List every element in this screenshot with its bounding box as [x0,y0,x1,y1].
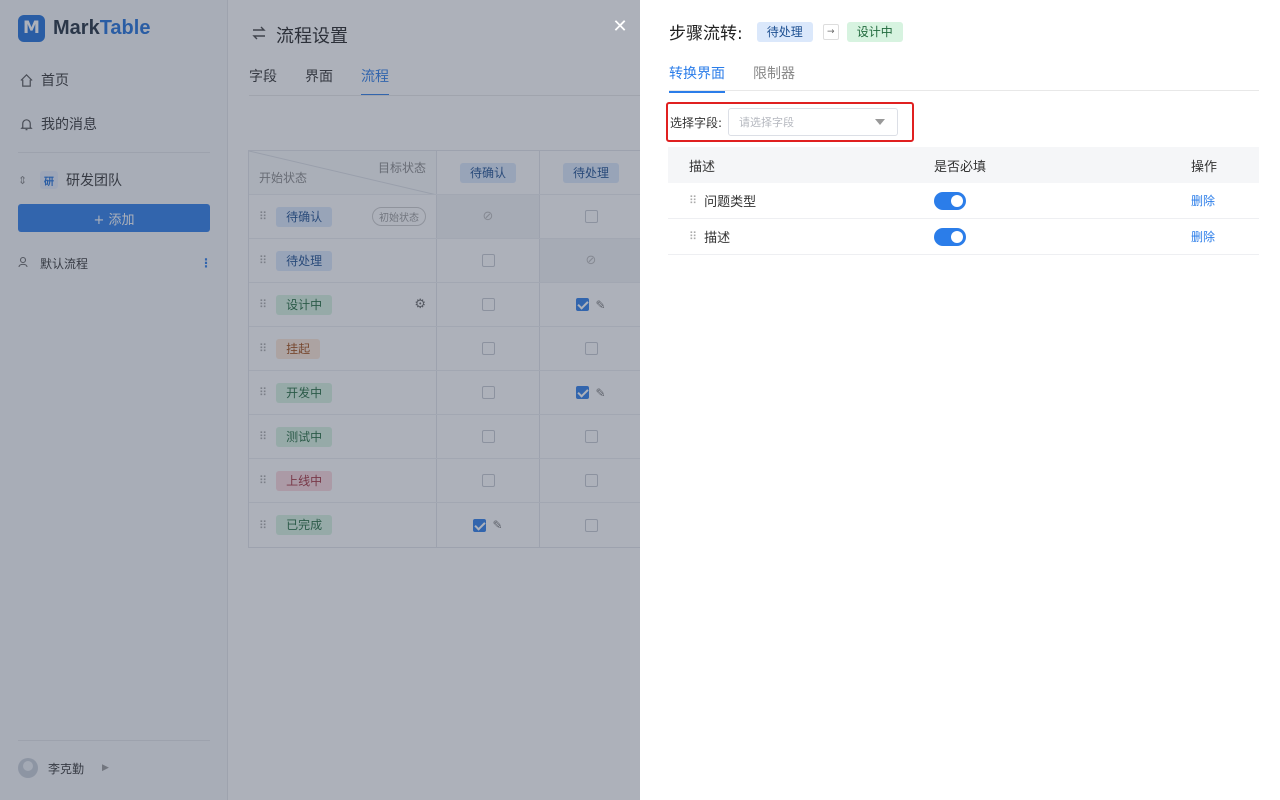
field-select-label: 选择字段: [670,115,723,130]
table-header: 描述 是否必填 操作 [668,147,1259,183]
drag-handle-icon[interactable]: ⠿ [689,230,697,243]
row-required-cell [915,227,1161,246]
table-row: ⠿ 描述 删除 [668,219,1259,255]
row-action-cell: 删除 [1161,192,1215,209]
field-selector-highlight: 选择字段: 请选择字段 [666,102,914,142]
col-header-action: 操作 [1191,159,1218,175]
modal-backdrop[interactable] [0,0,640,800]
drawer-tabs-divider [669,90,1259,91]
tab-transition-screen[interactable]: 转换界面 [669,63,725,93]
from-status-tag: 待处理 [756,21,813,42]
drag-handle-icon[interactable]: ⠿ [689,194,697,207]
drawer-title: 步骤流转: 待处理 → 设计中 [669,19,903,44]
col-header-required: 是否必填 [934,159,987,175]
drawer-tabs: 转换界面 限制器 [669,63,823,93]
row-name-cell: ⠿ 问题类型 [668,191,915,210]
required-toggle[interactable] [934,191,966,210]
row-name: 问题类型 [704,195,757,210]
arrow-right-icon: → [822,23,839,40]
field-table: 描述 是否必填 操作 ⠿ 问题类型 删除 ⠿ 描述 删除 [668,147,1259,255]
delete-link[interactable]: 删除 [1191,230,1215,244]
to-status-tag: 设计中 [846,21,903,42]
close-icon[interactable]: ✕ [612,16,628,37]
tab-restrictor[interactable]: 限制器 [753,63,795,93]
field-select[interactable]: 请选择字段 [728,108,899,136]
row-name: 描述 [704,231,731,246]
drawer-title-text: 步骤流转: [669,24,743,44]
table-row: ⠿ 问题类型 删除 [668,183,1259,219]
required-toggle[interactable] [934,227,966,246]
transition-drawer: 步骤流转: 待处理 → 设计中 转换界面 限制器 选择字段: 请选择字段 描述 … [640,0,1280,800]
col-header-description: 描述 [689,159,716,175]
row-required-cell [915,191,1161,210]
delete-link[interactable]: 删除 [1191,194,1215,208]
field-select-placeholder: 请选择字段 [739,116,795,129]
row-action-cell: 删除 [1161,228,1215,245]
row-name-cell: ⠿ 描述 [668,227,915,246]
caret-down-icon [875,119,886,125]
